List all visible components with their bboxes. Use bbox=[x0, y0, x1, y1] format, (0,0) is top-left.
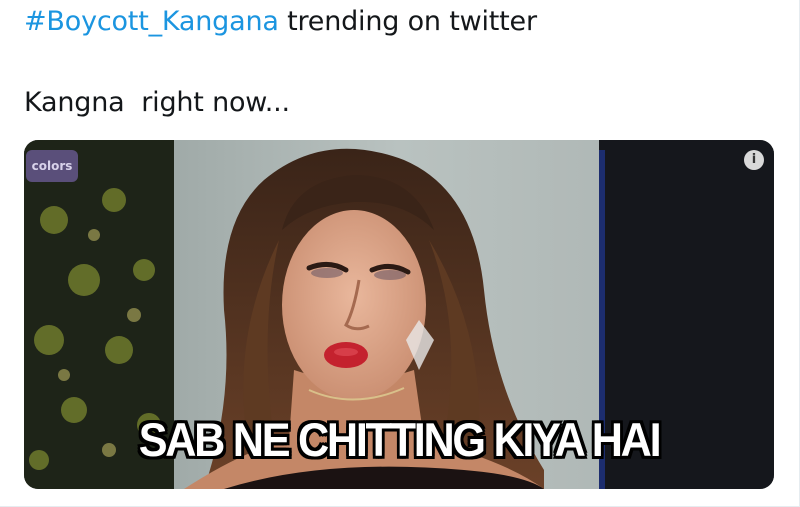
tweet-gif-media[interactable]: colors i SAB NE CHITTING KIYA HAI bbox=[24, 140, 774, 489]
info-icon[interactable]: i bbox=[744, 150, 764, 170]
gif-caption: SAB NE CHITTING KIYA HAI bbox=[138, 413, 662, 466]
channel-logo: colors bbox=[26, 150, 78, 182]
hashtag-link[interactable]: #Boycott_Kangana bbox=[24, 6, 279, 37]
tweet-text-rest: trending on twitter bbox=[278, 6, 537, 37]
tweet-text-line-2: Kangna right now... bbox=[24, 87, 290, 118]
tweet-text-line-1: #Boycott_Kangana trending on twitter bbox=[24, 6, 537, 37]
tweet-card: #Boycott_Kangana trending on twitter Kan… bbox=[0, 0, 800, 507]
